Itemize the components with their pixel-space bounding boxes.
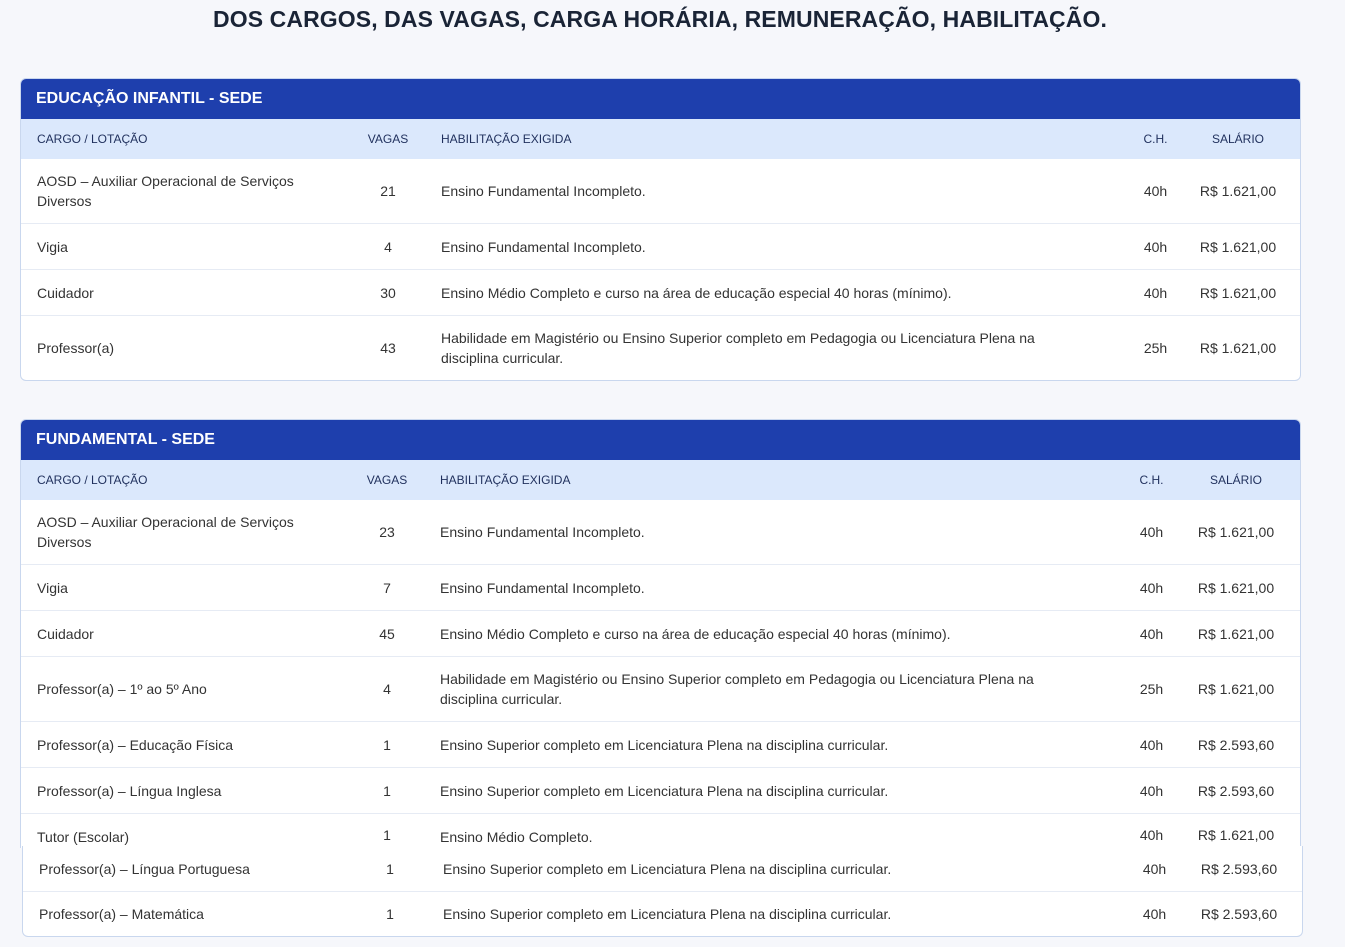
cell-ch: 40h xyxy=(1142,906,1167,922)
cell-vagas: 1 xyxy=(386,906,394,922)
table-row: Professor(a) – Educação Física 1 Ensino … xyxy=(21,722,1300,768)
cell-vagas: 21 xyxy=(380,183,396,199)
column-header-habilitacao: HABILITAÇÃO EXIGIDA xyxy=(441,132,572,146)
cell-salario: R$ 2.593,60 xyxy=(1200,860,1278,877)
cell-habilitacao: Ensino Superior completo em Licenciatura… xyxy=(440,782,889,799)
cell-habilitacao: Ensino Fundamental Incompleto. xyxy=(441,183,646,199)
cell-vagas: 4 xyxy=(384,238,392,255)
cell-vagas: 45 xyxy=(379,625,395,642)
cell-cargo: AOSD – Auxiliar Operacional de Serviços … xyxy=(37,514,294,550)
cell-habilitacao: Ensino Superior completo em Licenciatura… xyxy=(443,860,892,877)
cell-salario: R$ 2.593,60 xyxy=(1197,782,1275,799)
column-header-vagas: VAGAS xyxy=(367,132,409,146)
cell-salario: R$ 2.593,60 xyxy=(1200,906,1278,922)
cell-ch: 40h xyxy=(1139,524,1164,540)
column-header-cargo: CARGO / LOTAÇÃO xyxy=(37,473,148,487)
cell-ch: 40h xyxy=(1139,625,1164,642)
column-header-vagas: VAGAS xyxy=(366,473,408,487)
table-row: AOSD – Auxiliar Operacional de Serviços … xyxy=(21,500,1300,565)
table-row: Cuidador 30 Ensino Médio Completo e curs… xyxy=(21,270,1300,316)
cell-habilitacao: Ensino Fundamental Incompleto. xyxy=(440,524,645,540)
cell-habilitacao: Ensino Fundamental Incompleto. xyxy=(440,579,645,596)
cell-vagas: 4 xyxy=(383,681,391,697)
cell-vagas: 1 xyxy=(383,736,391,753)
cell-ch: 40h xyxy=(1143,238,1168,255)
cell-vagas: 30 xyxy=(380,284,396,301)
cell-habilitacao: Habilidade em Magistério ou Ensino Super… xyxy=(441,330,1035,366)
cell-vagas: 7 xyxy=(383,579,391,596)
table-row: Vigia 7 Ensino Fundamental Incompleto. 4… xyxy=(21,565,1300,611)
column-header-habilitacao: HABILITAÇÃO EXIGIDA xyxy=(440,473,571,487)
cell-salario: R$ 1.621,00 xyxy=(1199,340,1277,356)
cell-cargo: Vigia xyxy=(37,238,68,255)
cell-habilitacao: Habilidade em Magistério ou Ensino Super… xyxy=(440,671,1034,707)
cell-ch: 40h xyxy=(1143,183,1168,199)
cell-habilitacao: Ensino Superior completo em Licenciatura… xyxy=(440,736,889,753)
table-row: Professor(a) – 1º ao 5º Ano 4 Habilidade… xyxy=(21,657,1300,722)
table-row: Professor(a) – Língua Inglesa 1 Ensino S… xyxy=(21,768,1300,814)
cell-ch: 40h xyxy=(1143,284,1168,301)
section-title: EDUCAÇÃO INFANTIL - SEDE xyxy=(21,79,1300,119)
cell-salario: R$ 1.621,00 xyxy=(1197,625,1275,642)
table-row: Vigia 4 Ensino Fundamental Incompleto. 4… xyxy=(21,224,1300,270)
cell-cargo: Tutor (Escolar) xyxy=(37,829,130,845)
column-header-ch: C.H. xyxy=(1139,473,1164,487)
cell-cargo: Cuidador xyxy=(37,625,94,642)
cell-ch: 40h xyxy=(1139,736,1164,753)
cell-habilitacao: Ensino Médio Completo e curso na área de… xyxy=(441,284,952,301)
cell-cargo: Professor(a) – Língua Portuguesa xyxy=(39,860,250,877)
cell-ch: 25h xyxy=(1139,681,1164,697)
table-row: Cuidador 45 Ensino Médio Completo e curs… xyxy=(21,611,1300,657)
cell-cargo: Professor(a) – Matemática xyxy=(39,906,204,922)
cell-cargo: Vigia xyxy=(37,579,68,596)
cell-ch: 25h xyxy=(1143,340,1168,356)
section-fundamental: FUNDAMENTAL - SEDE CARGO / LOTAÇÃO VAGAS… xyxy=(20,419,1301,848)
table-row: Tutor (Escolar) 1 Ensino Médio Completo.… xyxy=(21,814,1300,848)
table-row: Professor(a) – Matemática 1 Ensino Super… xyxy=(23,892,1302,936)
table-row: AOSD – Auxiliar Operacional de Serviços … xyxy=(21,159,1300,224)
page-title: DOS CARGOS, DAS VAGAS, CARGA HORÁRIA, RE… xyxy=(213,6,1107,32)
table-header-row: CARGO / LOTAÇÃO VAGAS HABILITAÇÃO EXIGID… xyxy=(21,119,1300,159)
column-header-ch: C.H. xyxy=(1143,132,1168,146)
table-row: Professor(a) – Língua Portuguesa 1 Ensin… xyxy=(23,846,1302,892)
cell-salario: R$ 1.621,00 xyxy=(1197,827,1275,843)
section-title: FUNDAMENTAL - SEDE xyxy=(21,420,1300,460)
table-row: Professor(a) 43 Habilidade em Magistério… xyxy=(21,316,1300,380)
cell-salario: R$ 1.621,00 xyxy=(1197,579,1275,596)
cell-cargo: Professor(a) – Língua Inglesa xyxy=(37,782,222,799)
cell-cargo: Professor(a) – Educação Física xyxy=(37,736,234,753)
cell-vagas: 1 xyxy=(386,860,394,877)
cell-habilitacao: Ensino Médio Completo. xyxy=(440,829,593,845)
cell-habilitacao: Ensino Superior completo em Licenciatura… xyxy=(443,906,892,922)
cell-vagas: 43 xyxy=(380,340,396,356)
cell-habilitacao: Ensino Fundamental Incompleto. xyxy=(441,238,646,255)
section-fundamental-continuation: Professor(a) – Língua Portuguesa 1 Ensin… xyxy=(22,846,1303,937)
cell-habilitacao: Ensino Médio Completo e curso na área de… xyxy=(440,625,951,642)
table-header-row: CARGO / LOTAÇÃO VAGAS HABILITAÇÃO EXIGID… xyxy=(21,460,1300,500)
column-header-cargo: CARGO / LOTAÇÃO xyxy=(37,132,148,146)
cell-salario: R$ 1.621,00 xyxy=(1199,183,1277,199)
cell-cargo: Professor(a) xyxy=(37,340,115,356)
cell-salario: R$ 1.621,00 xyxy=(1197,681,1275,697)
section-educacao-infantil: EDUCAÇÃO INFANTIL - SEDE CARGO / LOTAÇÃO… xyxy=(20,78,1301,381)
cell-salario: R$ 1.621,00 xyxy=(1199,284,1277,301)
cell-cargo: Cuidador xyxy=(37,284,94,301)
cell-salario: R$ 1.621,00 xyxy=(1197,524,1275,540)
column-header-salario: SALÁRIO xyxy=(1211,132,1265,146)
cell-vagas: 1 xyxy=(383,827,391,843)
cell-salario: R$ 2.593,60 xyxy=(1197,736,1275,753)
cell-ch: 40h xyxy=(1139,782,1164,799)
cell-cargo: AOSD – Auxiliar Operacional de Serviços … xyxy=(37,173,294,209)
cell-cargo: Professor(a) – 1º ao 5º Ano xyxy=(37,681,207,697)
cell-vagas: 1 xyxy=(383,782,391,799)
column-header-salario: SALÁRIO xyxy=(1209,473,1263,487)
cell-ch: 40h xyxy=(1139,827,1164,843)
cell-salario: R$ 1.621,00 xyxy=(1199,238,1277,255)
cell-ch: 40h xyxy=(1142,860,1167,877)
cell-vagas: 23 xyxy=(379,524,395,540)
cell-ch: 40h xyxy=(1139,579,1164,596)
